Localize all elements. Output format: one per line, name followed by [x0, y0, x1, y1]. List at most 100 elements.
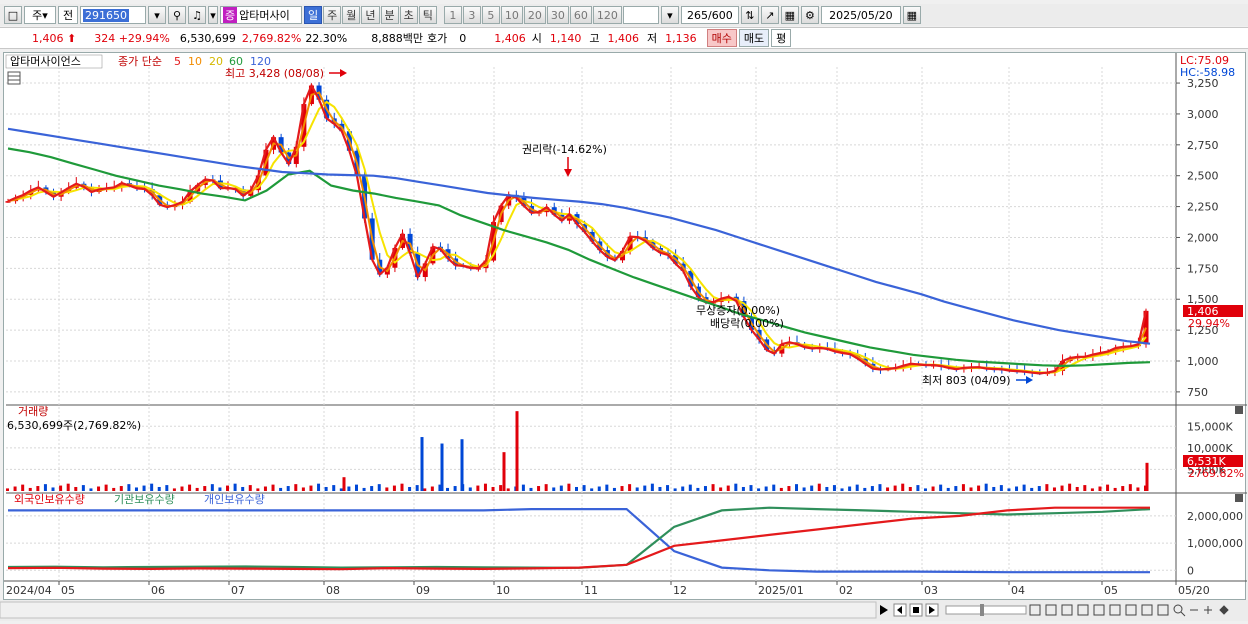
- table-toggle-icon[interactable]: [7, 71, 21, 85]
- volume-bar: [142, 485, 146, 491]
- dividend-annotation: 배당락(0.00%): [710, 317, 784, 330]
- sell-button[interactable]: 매도: [738, 29, 770, 47]
- low-price: 1,136: [665, 31, 697, 45]
- amount: 8,888백만: [371, 32, 423, 45]
- chart-tool-6-icon[interactable]: [1109, 604, 1121, 616]
- volume-bar: [89, 488, 93, 491]
- dropdown-icon[interactable]: ▾: [208, 6, 218, 24]
- bottom-toolbar: [0, 600, 1248, 621]
- chart-tool-7-icon[interactable]: [1125, 604, 1137, 616]
- x-tick-label: 02: [839, 584, 853, 597]
- window-menu-icon[interactable]: □: [4, 6, 22, 24]
- date-input[interactable]: 2025/05/20: [820, 6, 901, 24]
- save-icon[interactable]: ▦: [780, 6, 799, 24]
- volume-bar: [984, 483, 988, 491]
- price-tick-label: 2,500: [1187, 170, 1219, 183]
- calendar-icon[interactable]: ▦: [902, 6, 921, 24]
- volume-bar: [787, 486, 791, 491]
- speaker-icon[interactable]: ♫: [188, 6, 206, 24]
- interval-button-1[interactable]: 1: [443, 6, 462, 24]
- volume-bar: [506, 488, 510, 491]
- volume-bar: [734, 483, 738, 491]
- interval-button-10[interactable]: 10: [500, 6, 523, 24]
- interval-input[interactable]: [622, 6, 659, 24]
- interval-button-30[interactable]: 30: [546, 6, 569, 24]
- count-input[interactable]: 265/600: [680, 6, 739, 24]
- period-type-select[interactable]: 주 ▾: [24, 6, 56, 24]
- last-rate-label: 29.94%: [1188, 317, 1230, 330]
- price: 1,406 ⬆: [32, 31, 77, 45]
- high-label: 고: [589, 32, 600, 45]
- chevron-down-icon[interactable]: ▾: [148, 6, 166, 24]
- volume-summary: 6,530,699주(2,769.82%): [7, 419, 141, 432]
- trend-icon[interactable]: ↗: [760, 6, 779, 24]
- legend-ma5: 5: [174, 55, 181, 68]
- period-button-0[interactable]: 일: [304, 6, 323, 24]
- high-annotation: 최고 3,428 (08/08): [225, 67, 324, 80]
- chart-tool-2-icon[interactable]: [1045, 604, 1057, 616]
- interval-dropdown-icon[interactable]: ▾: [660, 6, 679, 24]
- interval-buttons: 1 3 5 10 20 30 60 120: [443, 6, 623, 24]
- chart-tool-5-icon[interactable]: [1093, 604, 1105, 616]
- chart-tool-3-icon[interactable]: [1061, 604, 1073, 616]
- buy-button[interactable]: 매수: [706, 29, 737, 47]
- period-button-2[interactable]: 월: [342, 6, 361, 24]
- interval-button-60[interactable]: 60: [569, 6, 592, 24]
- volume-bar: [635, 487, 639, 491]
- volume-bar: [1136, 487, 1140, 491]
- volume-bar: [521, 484, 525, 491]
- period-button-3[interactable]: 년: [361, 6, 380, 24]
- volume-spike: [515, 411, 519, 491]
- stock-name-box[interactable]: 증 압타머사이: [220, 6, 302, 24]
- period-button-5[interactable]: 초: [399, 6, 418, 24]
- close-volume-panel-icon[interactable]: [1235, 406, 1243, 414]
- period-button-4[interactable]: 분: [380, 6, 399, 24]
- volume-bar: [567, 483, 571, 491]
- stock-code-input[interactable]: 291650: [80, 6, 146, 24]
- chart-tool-9-icon[interactable]: [1157, 604, 1169, 616]
- close-holding-panel-icon[interactable]: [1235, 494, 1243, 502]
- zoom-icon[interactable]: [1173, 604, 1183, 614]
- volume-label: 거래량: [18, 405, 48, 418]
- volume-bar: [597, 486, 601, 491]
- period-button-6[interactable]: 틱: [418, 6, 437, 24]
- volume-bar: [643, 485, 647, 491]
- stock-name: 압타머사이: [239, 9, 290, 22]
- move-icon[interactable]: [1219, 605, 1229, 615]
- volume-bar: [537, 486, 541, 491]
- volume-bar: [886, 487, 890, 491]
- volume-bar: [423, 488, 427, 491]
- interval-button-3[interactable]: 3: [462, 6, 481, 24]
- zoom-slider[interactable]: [945, 605, 1027, 615]
- volume: 6,530,699: [179, 31, 236, 45]
- interval-button-120[interactable]: 120: [592, 6, 622, 24]
- volume-bar: [1060, 485, 1064, 491]
- hc-label: HC:-58.98: [1180, 66, 1235, 79]
- holding-tick-label: 2,000,000: [1187, 510, 1243, 523]
- volume-bar: [810, 485, 814, 491]
- price-tick-label: 1,750: [1187, 262, 1219, 275]
- period-button-1[interactable]: 주: [323, 6, 342, 24]
- chart-tool-8-icon[interactable]: [1141, 604, 1153, 616]
- interval-button-20[interactable]: 20: [523, 6, 546, 24]
- volume-bar: [172, 488, 176, 491]
- scroll-right-icon[interactable]: [880, 605, 888, 615]
- holding-tick-label: 0: [1187, 564, 1194, 577]
- search-icon[interactable]: ⚲: [168, 6, 186, 24]
- chart-tool-4-icon[interactable]: [1077, 604, 1089, 616]
- volume-bar: [241, 486, 245, 491]
- chart-title: 압타머사이언스: [10, 55, 81, 68]
- x-tick-label: 12: [673, 584, 687, 597]
- hoga-price: 1,406: [494, 31, 526, 45]
- volume-bar: [362, 487, 366, 491]
- volume-bar: [150, 483, 154, 491]
- interval-button-5[interactable]: 5: [481, 6, 500, 24]
- x-tick-label: 08: [326, 584, 340, 597]
- volume-bar: [726, 485, 730, 491]
- indicator-icon[interactable]: ⇅: [740, 6, 759, 24]
- gear-icon[interactable]: ⚙: [800, 6, 819, 24]
- prev-button[interactable]: 전: [58, 6, 78, 24]
- chart-tool-1-icon[interactable]: [1029, 604, 1041, 616]
- volume-bar: [863, 487, 867, 491]
- eval-button[interactable]: 평: [771, 29, 792, 47]
